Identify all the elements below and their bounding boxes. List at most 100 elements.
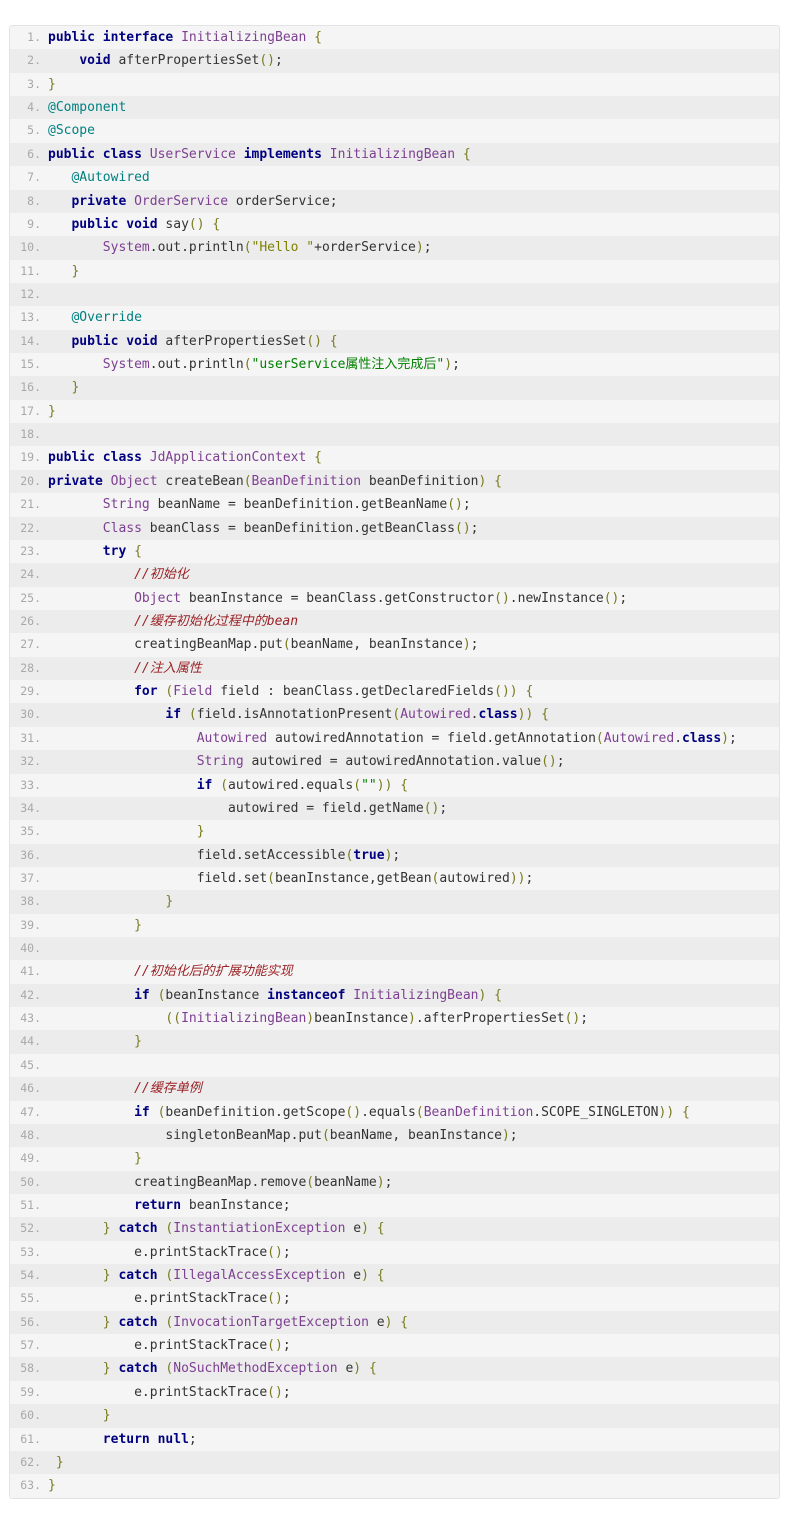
code-token: autowired.equals [228, 777, 354, 793]
code-text: return null; [48, 1428, 779, 1451]
code-token: "Hello " [251, 240, 315, 256]
code-text: System.out.println("Hello "+orderService… [48, 236, 779, 259]
code-token: orderService; [228, 193, 338, 209]
code-line: 7. @Autowired [10, 166, 779, 190]
line-number: 8. [27, 193, 41, 208]
code-line: 48. singletonBeanMap.put(beanName, beanI… [10, 1123, 779, 1148]
code-token: } [102, 1268, 111, 1284]
line-number: 50. [20, 1174, 41, 1189]
code-line: 59. e.printStackTrace(); [10, 1380, 779, 1405]
code-line: 19. public class JdApplicationContext { [10, 446, 779, 470]
code-token: ) [462, 637, 471, 653]
line-number: 34. [20, 800, 41, 815]
code-token: } [102, 1221, 111, 1237]
code-token: return [134, 1197, 182, 1213]
line-number: 7. [27, 170, 41, 185]
code-text: e.printStackTrace(); [48, 1334, 779, 1357]
code-token: { [314, 450, 322, 466]
code-line: 42. if (beanInstance instanceof Initiali… [10, 983, 779, 1008]
line-number: 23. [20, 543, 41, 558]
code-token: { [400, 1314, 409, 1330]
code-text: field.set(beanInstance,getBean(autowired… [48, 867, 779, 890]
code-token: @Component [48, 100, 127, 116]
line-number: 5. [27, 123, 41, 138]
code-token: .afterPropertiesSet [415, 1011, 565, 1027]
code-token: void [126, 333, 158, 349]
code-token: { [462, 146, 471, 162]
line-number: 3. [27, 76, 41, 91]
code-token: void [126, 216, 158, 232]
code-token: catch [118, 1268, 158, 1284]
code-token: () [455, 520, 471, 536]
code-text: if (field.isAnnotationPresent(Autowired.… [48, 703, 779, 726]
code-token: } [165, 894, 174, 910]
code-token: return [102, 1431, 150, 1447]
code-text: } [48, 820, 779, 843]
code-token: InitializingBean [353, 987, 479, 1003]
code-token: beanClass = beanDefinition.getBeanClass [141, 520, 456, 536]
code-token: @Scope [48, 123, 95, 139]
code-token: } [134, 917, 142, 933]
code-token: () [188, 216, 205, 232]
code-token: ; [462, 497, 471, 513]
code-token: )) [509, 870, 526, 886]
code-line: 38. } [10, 890, 779, 914]
line-number: 12. [20, 286, 41, 301]
code-token: class [102, 450, 142, 466]
line-number: 27. [20, 637, 41, 652]
code-token: Autowired [603, 730, 675, 746]
code-line: 31. Autowired autowiredAnnotation = fiel… [10, 726, 779, 751]
line-number: 44. [20, 1034, 41, 1049]
code-token: ( [321, 1127, 330, 1143]
code-line: 29. for (Field field : beanClass.getDecl… [10, 680, 779, 704]
code-line: 21. String beanName = beanDefinition.get… [10, 493, 779, 517]
line-number: 60. [20, 1408, 41, 1423]
code-token: beanInstance [165, 987, 268, 1003]
code-text: creatingBeanMap.remove(beanName); [48, 1171, 779, 1194]
code-token: } [134, 1151, 142, 1167]
code-token: ()) [494, 684, 518, 700]
code-token: ; [282, 1384, 291, 1400]
code-token: @Autowired [71, 170, 150, 186]
code-token: beanName = beanDefinition.getBeanName [149, 497, 448, 513]
line-number: 49. [20, 1151, 41, 1166]
code-line: 23. try { [10, 539, 779, 564]
code-token: ) [408, 1011, 416, 1027]
code-line: 8. private OrderService orderService; [10, 189, 779, 213]
code-token: () [541, 754, 557, 770]
code-line: 4. @Component [10, 96, 779, 120]
code-token: InstantiationException [173, 1221, 346, 1237]
line-number: 52. [20, 1221, 41, 1236]
code-token: { [494, 473, 502, 489]
code-text: } [48, 400, 779, 423]
code-token: catch [118, 1221, 158, 1237]
line-number: 41. [20, 964, 41, 979]
code-text: @Override [48, 306, 779, 329]
code-token: ; [556, 754, 565, 770]
code-token: //缓存初始化过程中的bean [134, 613, 299, 629]
code-token: String [102, 497, 150, 513]
line-number: 33. [20, 777, 41, 792]
code-line: 3.} [10, 72, 779, 97]
code-text: private OrderService orderService; [48, 190, 779, 213]
code-text: e.printStackTrace(); [48, 1287, 779, 1310]
code-block[interactable]: 1. public interface InitializingBean {2. … [9, 25, 780, 1499]
code-token: public [48, 450, 95, 466]
